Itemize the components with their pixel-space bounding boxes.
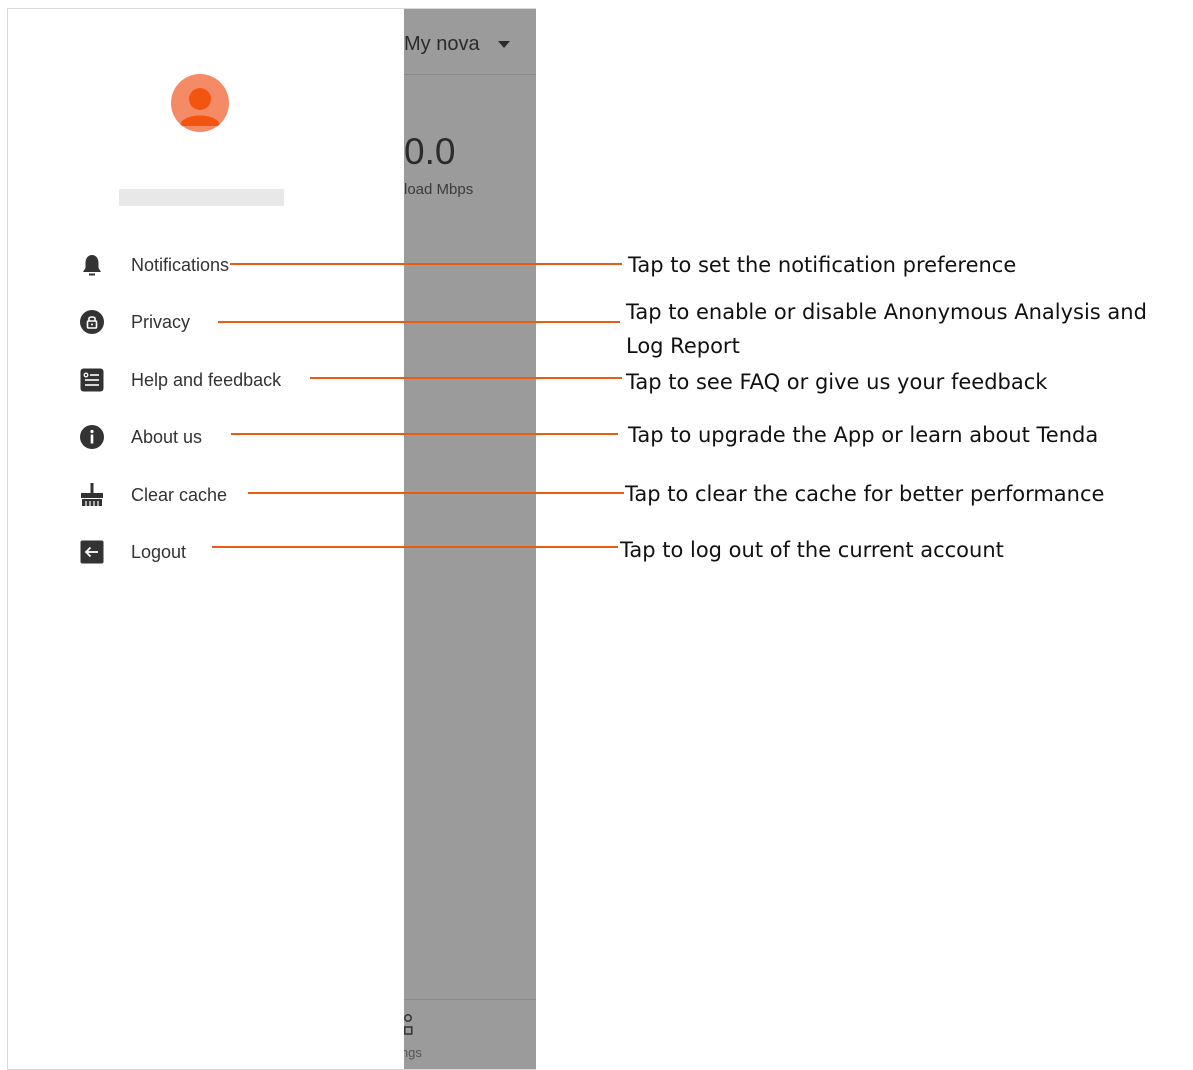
list-doc-icon: [72, 360, 112, 400]
callout-line-clear-cache: [248, 492, 624, 494]
tabbar-divider: [404, 999, 536, 1000]
callout-help: Tap to see FAQ or give us your feedback: [626, 370, 1048, 394]
callout-about: Tap to upgrade the App or learn about Te…: [628, 423, 1099, 447]
callout-privacy: Tap to enable or disable Anonymous Analy…: [626, 300, 1147, 324]
callout-line-about: [231, 433, 618, 435]
phone-screen: My nova 0.0 load Mbps ings Notifications…: [7, 8, 536, 1070]
side-drawer: Notifications Privacy Help and feedback …: [8, 9, 404, 1069]
network-selector[interactable]: My nova: [404, 33, 480, 56]
header-divider: [404, 74, 536, 75]
callout-line-logout: [212, 546, 618, 548]
menu-item-notifications[interactable]: Notifications: [72, 245, 229, 285]
settings-tab-icon[interactable]: [404, 1012, 416, 1038]
callout-line-privacy: [218, 321, 620, 323]
menu-item-label: Logout: [131, 541, 187, 562]
lock-icon: [72, 302, 112, 342]
callout-privacy-line2: Log Report: [626, 334, 740, 358]
logout-icon: [72, 532, 112, 572]
menu-item-label: Notifications: [131, 254, 230, 275]
info-icon: [72, 417, 112, 457]
callout-line-help: [310, 377, 622, 379]
callout-line-notifications: [230, 263, 622, 265]
menu-item-privacy[interactable]: Privacy: [72, 302, 190, 342]
callout-clear-cache: Tap to clear the cache for better perfor…: [625, 482, 1105, 506]
speed-unit-label: load Mbps: [404, 181, 474, 198]
username-placeholder: [119, 189, 284, 206]
menu-item-label: Help and feedback: [131, 369, 282, 390]
caret-down-icon[interactable]: [498, 41, 510, 48]
menu-item-label: Privacy: [131, 311, 191, 332]
callout-logout: Tap to log out of the current account: [620, 538, 1004, 562]
menu-item-about-us[interactable]: About us: [72, 417, 202, 457]
bell-icon: [72, 245, 112, 285]
dimmed-main-screen[interactable]: My nova 0.0 load Mbps ings: [398, 9, 536, 1069]
menu-item-clear-cache[interactable]: Clear cache: [72, 475, 227, 515]
user-avatar-icon[interactable]: [171, 74, 229, 132]
callout-notifications: Tap to set the notification preference: [628, 253, 1017, 277]
broom-icon: [72, 475, 112, 515]
menu-item-help-and-feedback[interactable]: Help and feedback: [72, 360, 281, 400]
speed-value: 0.0: [404, 131, 456, 172]
menu-item-logout[interactable]: Logout: [72, 532, 186, 572]
menu-item-label: Clear cache: [131, 484, 228, 505]
menu-item-label: About us: [131, 426, 203, 447]
